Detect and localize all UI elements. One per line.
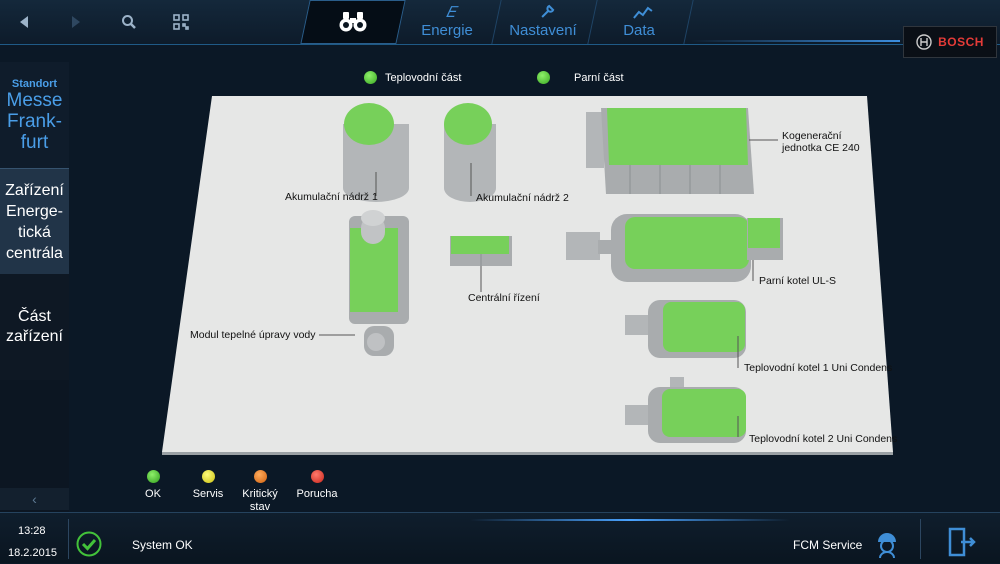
label-boiler-2: Teplovodní kotel 2 Uni Condens <box>749 433 898 445</box>
clock-time: 13:28 <box>18 525 46 537</box>
legend-servis-label: Servis <box>192 488 224 500</box>
status-dot-servis <box>201 470 215 483</box>
label-steam-boiler: Parní kotel UL-S <box>759 275 837 287</box>
logout-icon[interactable] <box>947 527 977 562</box>
divider <box>920 519 921 559</box>
divider <box>68 519 69 559</box>
legend-porucha-label: Porucha <box>296 488 338 500</box>
tank-2[interactable] <box>444 103 496 202</box>
legend-kriticky-label: Kritický stav <box>242 488 278 513</box>
label-tank-2: Akumulační nádrž 2 <box>476 192 569 204</box>
legend-servis: Servis <box>188 470 228 500</box>
status-dot-kriticky <box>253 470 267 483</box>
floor-edge <box>162 452 893 455</box>
footer-glow <box>470 519 790 521</box>
legend-kriticky: Kritický stav <box>238 470 282 514</box>
status-dot-ok <box>146 470 160 483</box>
system-status-label: System OK <box>132 538 193 552</box>
legend-ok-label: OK <box>145 488 161 500</box>
clock-date: 18.2.2015 <box>8 547 57 559</box>
service-label: FCM Service <box>793 538 863 552</box>
label-water-treatment: Modul tepelné úpravy vody <box>190 329 316 341</box>
chp-unit[interactable] <box>586 108 754 194</box>
central-control[interactable] <box>450 236 512 266</box>
legend-porucha: Porucha <box>294 470 340 500</box>
status-dot-porucha <box>310 470 324 483</box>
legend-ok: OK <box>136 470 170 500</box>
label-chp: Kogenerační jednotka CE 240 <box>782 130 860 154</box>
label-tank-1: Akumulační nádrž 1 <box>285 191 378 203</box>
label-boiler-1: Teplovodní kotel 1 Uni Condens <box>744 362 893 374</box>
service-technician-icon[interactable] <box>872 529 902 564</box>
label-central: Centrální řízení <box>468 292 540 304</box>
system-ok-icon[interactable] <box>76 531 102 562</box>
